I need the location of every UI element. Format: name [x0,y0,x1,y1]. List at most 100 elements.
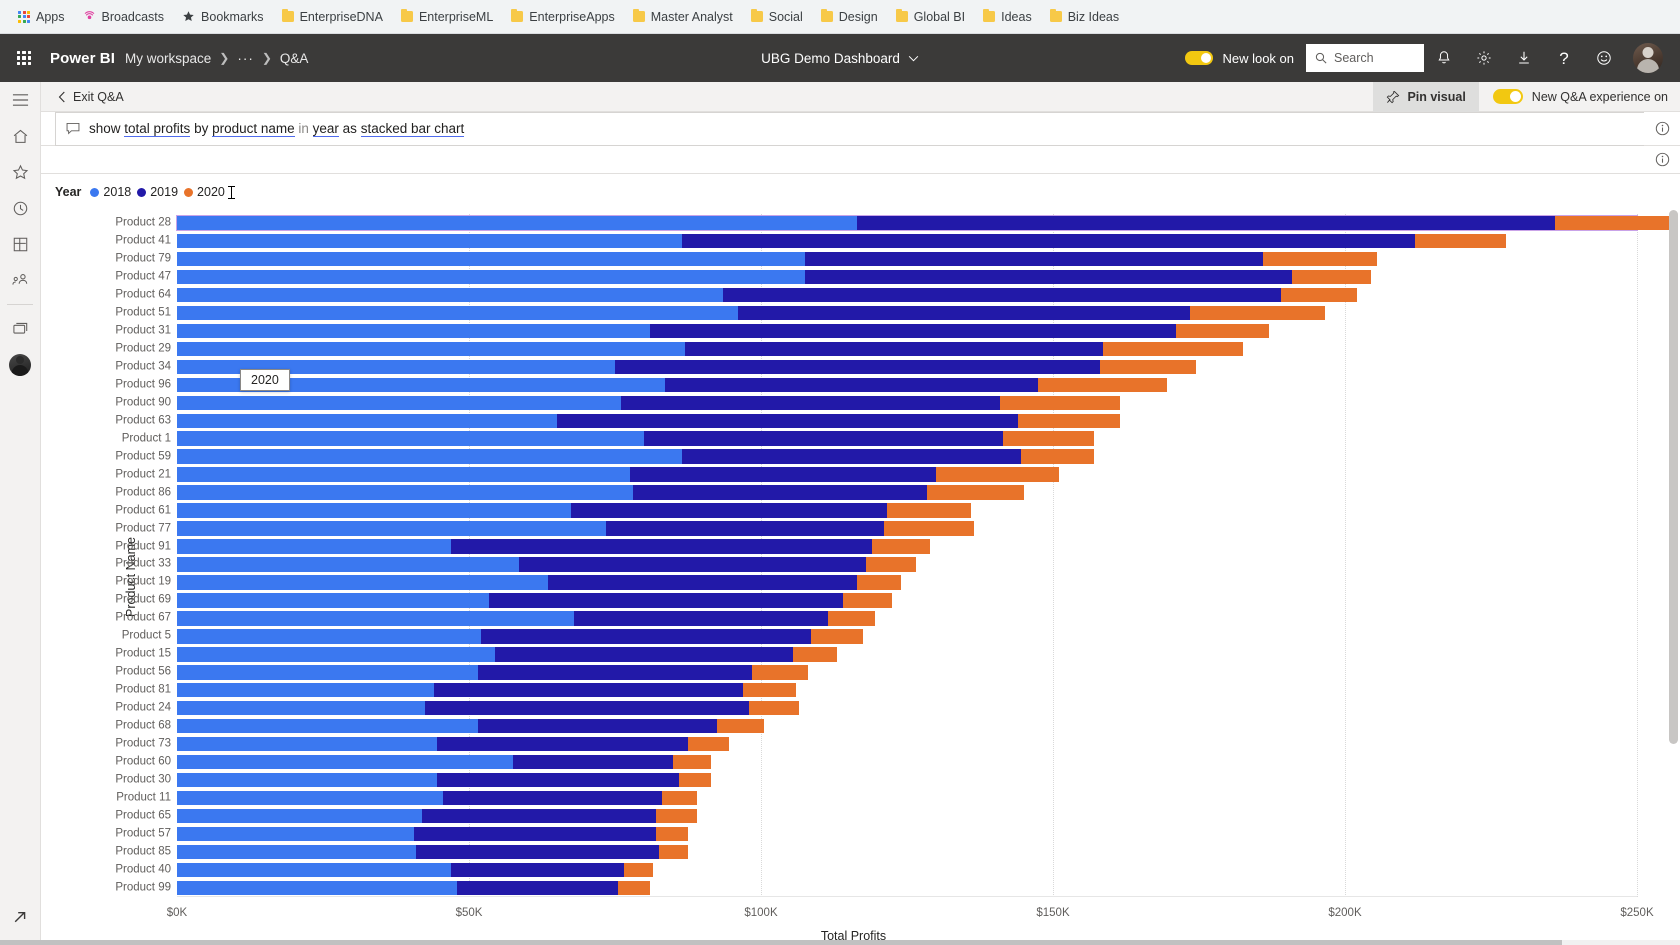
bar-segment-2018[interactable] [177,772,437,788]
sidebar-item-favorites[interactable] [0,154,41,190]
question-info-button[interactable] [1644,121,1680,136]
bar-segment-2018[interactable] [177,287,724,303]
bar-segment-2020[interactable] [1263,251,1378,267]
notifications-button[interactable] [1424,34,1464,82]
bar-segment-2020[interactable] [1017,413,1121,428]
bookmark-biz-ideas[interactable]: Biz Ideas [1042,7,1127,27]
bar-row[interactable] [177,790,1637,806]
bar-segment-2020[interactable] [1038,377,1167,392]
bar-segment-2019[interactable] [451,539,872,554]
bar-row[interactable] [177,323,1637,338]
user-account-button[interactable] [1624,34,1672,82]
bookmark-enterprisedna[interactable]: EnterpriseDNA [274,7,391,27]
bar-segment-2020[interactable] [1003,431,1094,446]
bar-row[interactable] [177,629,1637,644]
bar-segment-2020[interactable] [871,539,931,554]
bar-segment-2019[interactable] [632,485,928,500]
bar-segment-2019[interactable] [629,467,937,482]
bar-segment-2019[interactable] [413,826,656,842]
bar-row[interactable] [177,377,1637,392]
bar-segment-2019[interactable] [433,683,744,698]
sidebar-item-recent[interactable] [0,190,41,226]
app-launcher-button[interactable] [0,34,48,82]
new-look-toggle[interactable]: New look on [1185,51,1294,66]
bar-segment-2020[interactable] [752,665,808,680]
expand-rail-button[interactable] [0,899,41,935]
bar-row[interactable] [177,593,1637,608]
bar-row[interactable] [177,521,1637,536]
breadcrumb-current[interactable]: Q&A [280,51,309,66]
bar-segment-2019[interactable] [804,251,1264,267]
bar-segment-2020[interactable] [617,880,651,896]
bar-segment-2018[interactable] [177,665,478,680]
bar-segment-2018[interactable] [177,557,519,572]
bar-segment-2020[interactable] [1020,449,1094,464]
bar-segment-2019[interactable] [644,431,1004,446]
bar-segment-2020[interactable] [655,826,688,842]
bar-segment-2019[interactable] [606,521,884,536]
bar-row[interactable] [177,826,1637,842]
bar-segment-2019[interactable] [650,323,1176,338]
bar-segment-2020[interactable] [857,575,902,590]
bar-segment-2019[interactable] [422,808,656,824]
bar-row[interactable] [177,772,1637,788]
bar-segment-2018[interactable] [177,323,651,338]
bar-segment-2018[interactable] [177,485,633,500]
bar-segment-2020[interactable] [673,755,712,770]
bar-segment-2020[interactable] [1555,215,1678,231]
nav-menu-icon[interactable] [0,82,41,118]
pin-visual-button[interactable]: Pin visual [1373,81,1479,112]
bookmark-master-analyst[interactable]: Master Analyst [625,7,741,27]
bar-segment-2018[interactable] [177,844,417,860]
bar-row[interactable] [176,214,1678,232]
bar-segment-2020[interactable] [688,737,729,752]
bar-segment-2020[interactable] [842,593,893,608]
bar-segment-2018[interactable] [177,611,575,626]
sidebar-item-home[interactable] [0,118,41,154]
bookmark-enterpriseml[interactable]: EnterpriseML [393,7,501,27]
sidebar-item-shared-with-me[interactable] [0,262,41,298]
bar-row[interactable] [177,862,1637,878]
bar-segment-2020[interactable] [927,485,1024,500]
bar-segment-2019[interactable] [723,287,1281,303]
bar-segment-2020[interactable] [623,862,653,878]
sidebar-item-my-workspace[interactable] [0,347,41,383]
scrollbar-thumb[interactable] [0,940,1563,945]
qa-question-input[interactable]: show total profits by product name in ye… [55,111,1644,146]
bar-row[interactable] [177,647,1637,662]
bar-segment-2020[interactable] [749,701,799,716]
bookmark-broadcasts[interactable]: Broadcasts [75,7,173,27]
bar-segment-2019[interactable] [682,449,1021,464]
bar-row[interactable] [177,431,1637,446]
bar-segment-2020[interactable] [883,521,975,536]
bar-segment-2019[interactable] [574,611,829,626]
bar-segment-2018[interactable] [177,701,426,716]
bar-segment-2018[interactable] [177,719,478,734]
bar-segment-2020[interactable] [810,629,864,644]
bar-segment-2019[interactable] [857,215,1556,231]
bar-segment-2018[interactable] [177,431,645,446]
bar-row[interactable] [177,557,1637,572]
bar-segment-2019[interactable] [664,377,1039,392]
breadcrumb-overflow[interactable]: ··· [237,51,254,66]
bar-row[interactable] [177,467,1637,482]
bookmark-global-bi[interactable]: Global BI [888,7,973,27]
bar-row[interactable] [177,485,1637,500]
bar-segment-2018[interactable] [177,341,686,356]
bar-segment-2020[interactable] [717,719,764,734]
bar-row[interactable] [177,575,1637,590]
sidebar-item-workspaces[interactable] [0,311,41,347]
bar-segment-2018[interactable] [177,808,423,824]
q-token-entity[interactable]: stacked bar chart [360,121,465,137]
bar-segment-2019[interactable] [442,790,662,806]
legend-item-2018[interactable]: 2018 [90,185,131,199]
scrollbar-thumb[interactable] [1669,210,1678,744]
bar-segment-2020[interactable] [1415,233,1506,249]
chart-vertical-scrollbar[interactable] [1669,210,1678,931]
new-qa-switch[interactable] [1492,89,1523,104]
bar-segment-2018[interactable] [177,862,452,878]
bar-segment-2018[interactable] [177,233,683,249]
bar-segment-2020[interactable] [1000,395,1121,410]
bar-row[interactable] [177,269,1637,285]
bar-segment-2018[interactable] [177,593,490,608]
